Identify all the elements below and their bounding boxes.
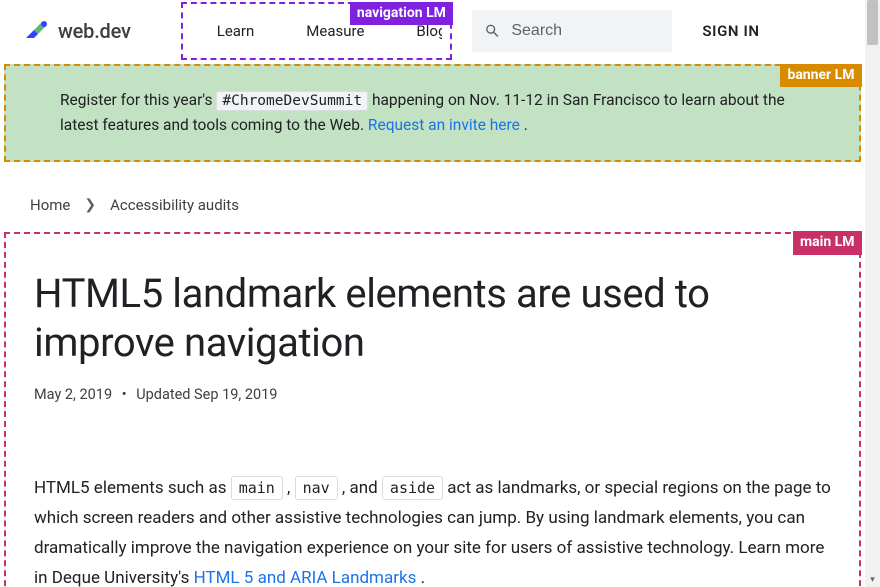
- banner-text-post: .: [524, 116, 528, 134]
- code-main: main: [231, 476, 283, 500]
- signin-button[interactable]: SIGN IN: [702, 22, 759, 40]
- landmark-label-banner: banner LM: [780, 64, 861, 88]
- main-content: main LM HTML5 landmark elements are used…: [4, 232, 861, 587]
- landmark-label-navigation: navigation LM: [350, 2, 453, 26]
- nav-item-learn[interactable]: Learn: [191, 22, 281, 40]
- banner-invite-link[interactable]: Request an invite here: [368, 116, 520, 134]
- page-title: HTML5 landmark elements are used to impr…: [34, 270, 831, 368]
- site-logo[interactable]: web.dev: [24, 19, 131, 43]
- search-box[interactable]: [472, 10, 672, 52]
- banner-text-pre: Register for this year's: [60, 91, 216, 109]
- page-meta: May 2, 2019 • Updated Sep 19, 2019: [34, 386, 831, 403]
- breadcrumb: Home ❯ Accessibility audits: [0, 162, 865, 226]
- announcement-banner: banner LM Register for this year's #Chro…: [4, 64, 861, 162]
- search-input[interactable]: [511, 22, 660, 40]
- primary-nav: navigation LM Learn Measure Blog: [181, 2, 453, 60]
- article-body: HTML5 elements such as main , nav , and …: [34, 473, 831, 587]
- scrollbar-down-icon[interactable]: ▾: [865, 572, 880, 587]
- updated-date: Updated Sep 19, 2019: [136, 386, 277, 403]
- scrollbar-thumb[interactable]: [867, 0, 878, 45]
- code-nav: nav: [295, 476, 338, 500]
- banner-hashtag: #ChromeDevSummit: [216, 91, 368, 111]
- code-aside: aside: [382, 476, 443, 500]
- breadcrumb-home[interactable]: Home: [30, 196, 70, 214]
- deque-landmarks-link[interactable]: HTML 5 and ARIA Landmarks: [194, 568, 417, 587]
- logo-icon: [24, 20, 52, 42]
- publish-date: May 2, 2019: [34, 386, 112, 403]
- logo-text: web.dev: [58, 19, 131, 43]
- breadcrumb-current: Accessibility audits: [110, 196, 239, 214]
- chevron-right-icon: ❯: [84, 197, 96, 213]
- meta-separator: •: [122, 386, 127, 403]
- scrollbar-track[interactable]: ▾: [865, 0, 880, 587]
- site-header: web.dev navigation LM Learn Measure Blog…: [0, 0, 865, 62]
- search-icon: [484, 21, 501, 41]
- landmark-label-main: main LM: [793, 231, 861, 255]
